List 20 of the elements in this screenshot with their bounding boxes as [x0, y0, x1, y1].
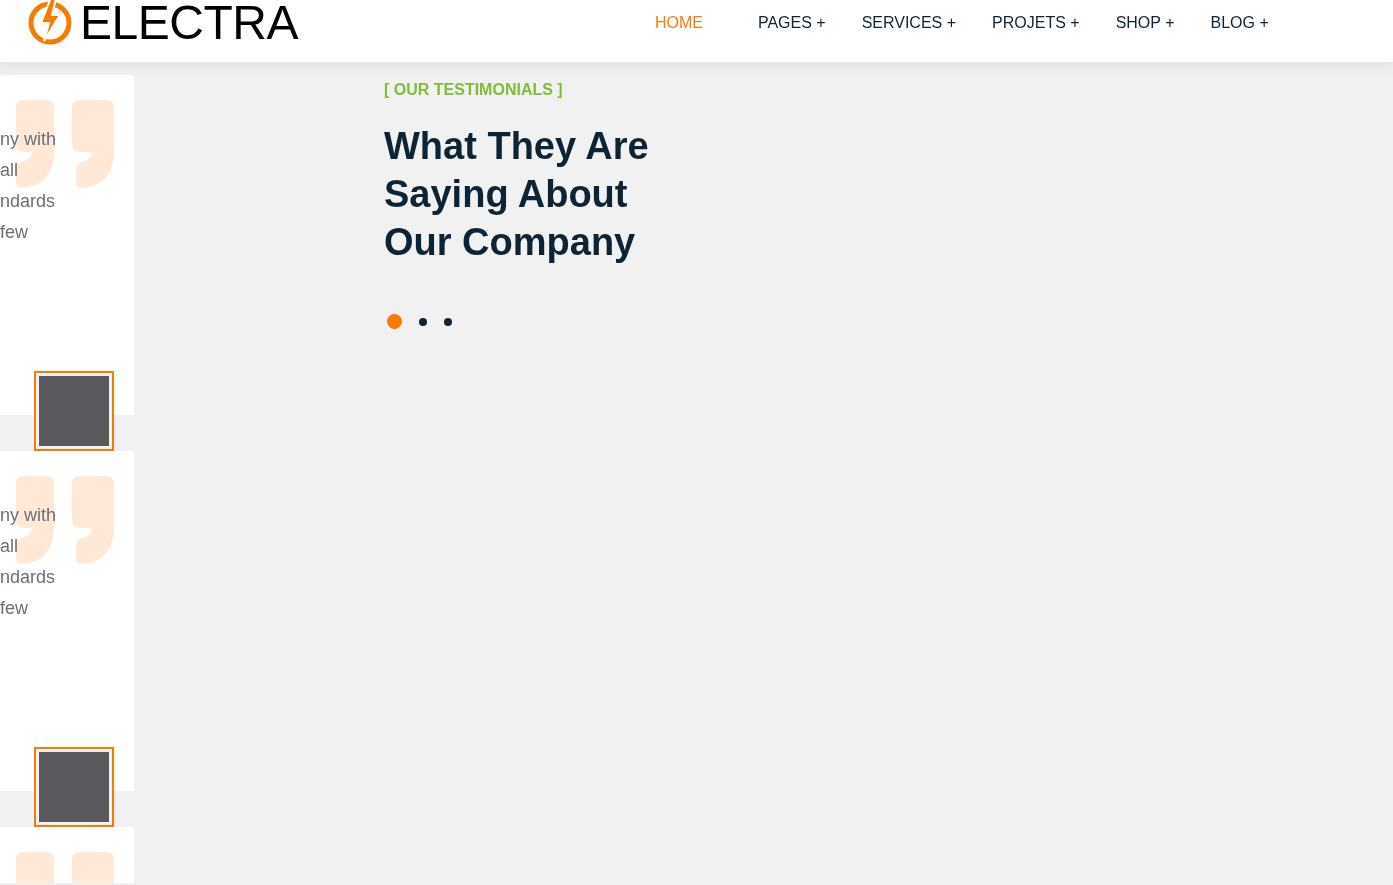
nav-link[interactable]: PAGES +: [757, 13, 826, 33]
testimonial-text: ndards: [0, 566, 57, 589]
testimonial-text: all: [0, 159, 19, 182]
testimonial-text: ny with: [0, 128, 58, 151]
nav-link[interactable]: BLOG +: [1210, 13, 1269, 33]
section-eyebrow: [ OUR TESTIMONIALS ]: [384, 80, 564, 100]
slider-dot[interactable]: [444, 317, 452, 326]
testimonial-text: all: [0, 535, 19, 558]
testimonial-text: ndards: [0, 190, 57, 213]
lightning-bolt-icon[interactable]: [26, 0, 74, 45]
nav-link[interactable]: PROJETS +: [992, 13, 1080, 33]
slider-dot[interactable]: [419, 317, 427, 326]
nav-link[interactable]: SHOP +: [1115, 13, 1175, 33]
testimonial-text: ny with: [0, 504, 58, 527]
slider-dot[interactable]: [387, 314, 402, 329]
nav-link[interactable]: SERVICES +: [861, 13, 957, 33]
section-heading: What They Are Saying About Our Company: [384, 124, 649, 265]
testimonial-text: few: [0, 221, 29, 244]
logo-text[interactable]: ELECTRA: [80, 0, 298, 49]
testimonial-text: few: [0, 597, 29, 620]
